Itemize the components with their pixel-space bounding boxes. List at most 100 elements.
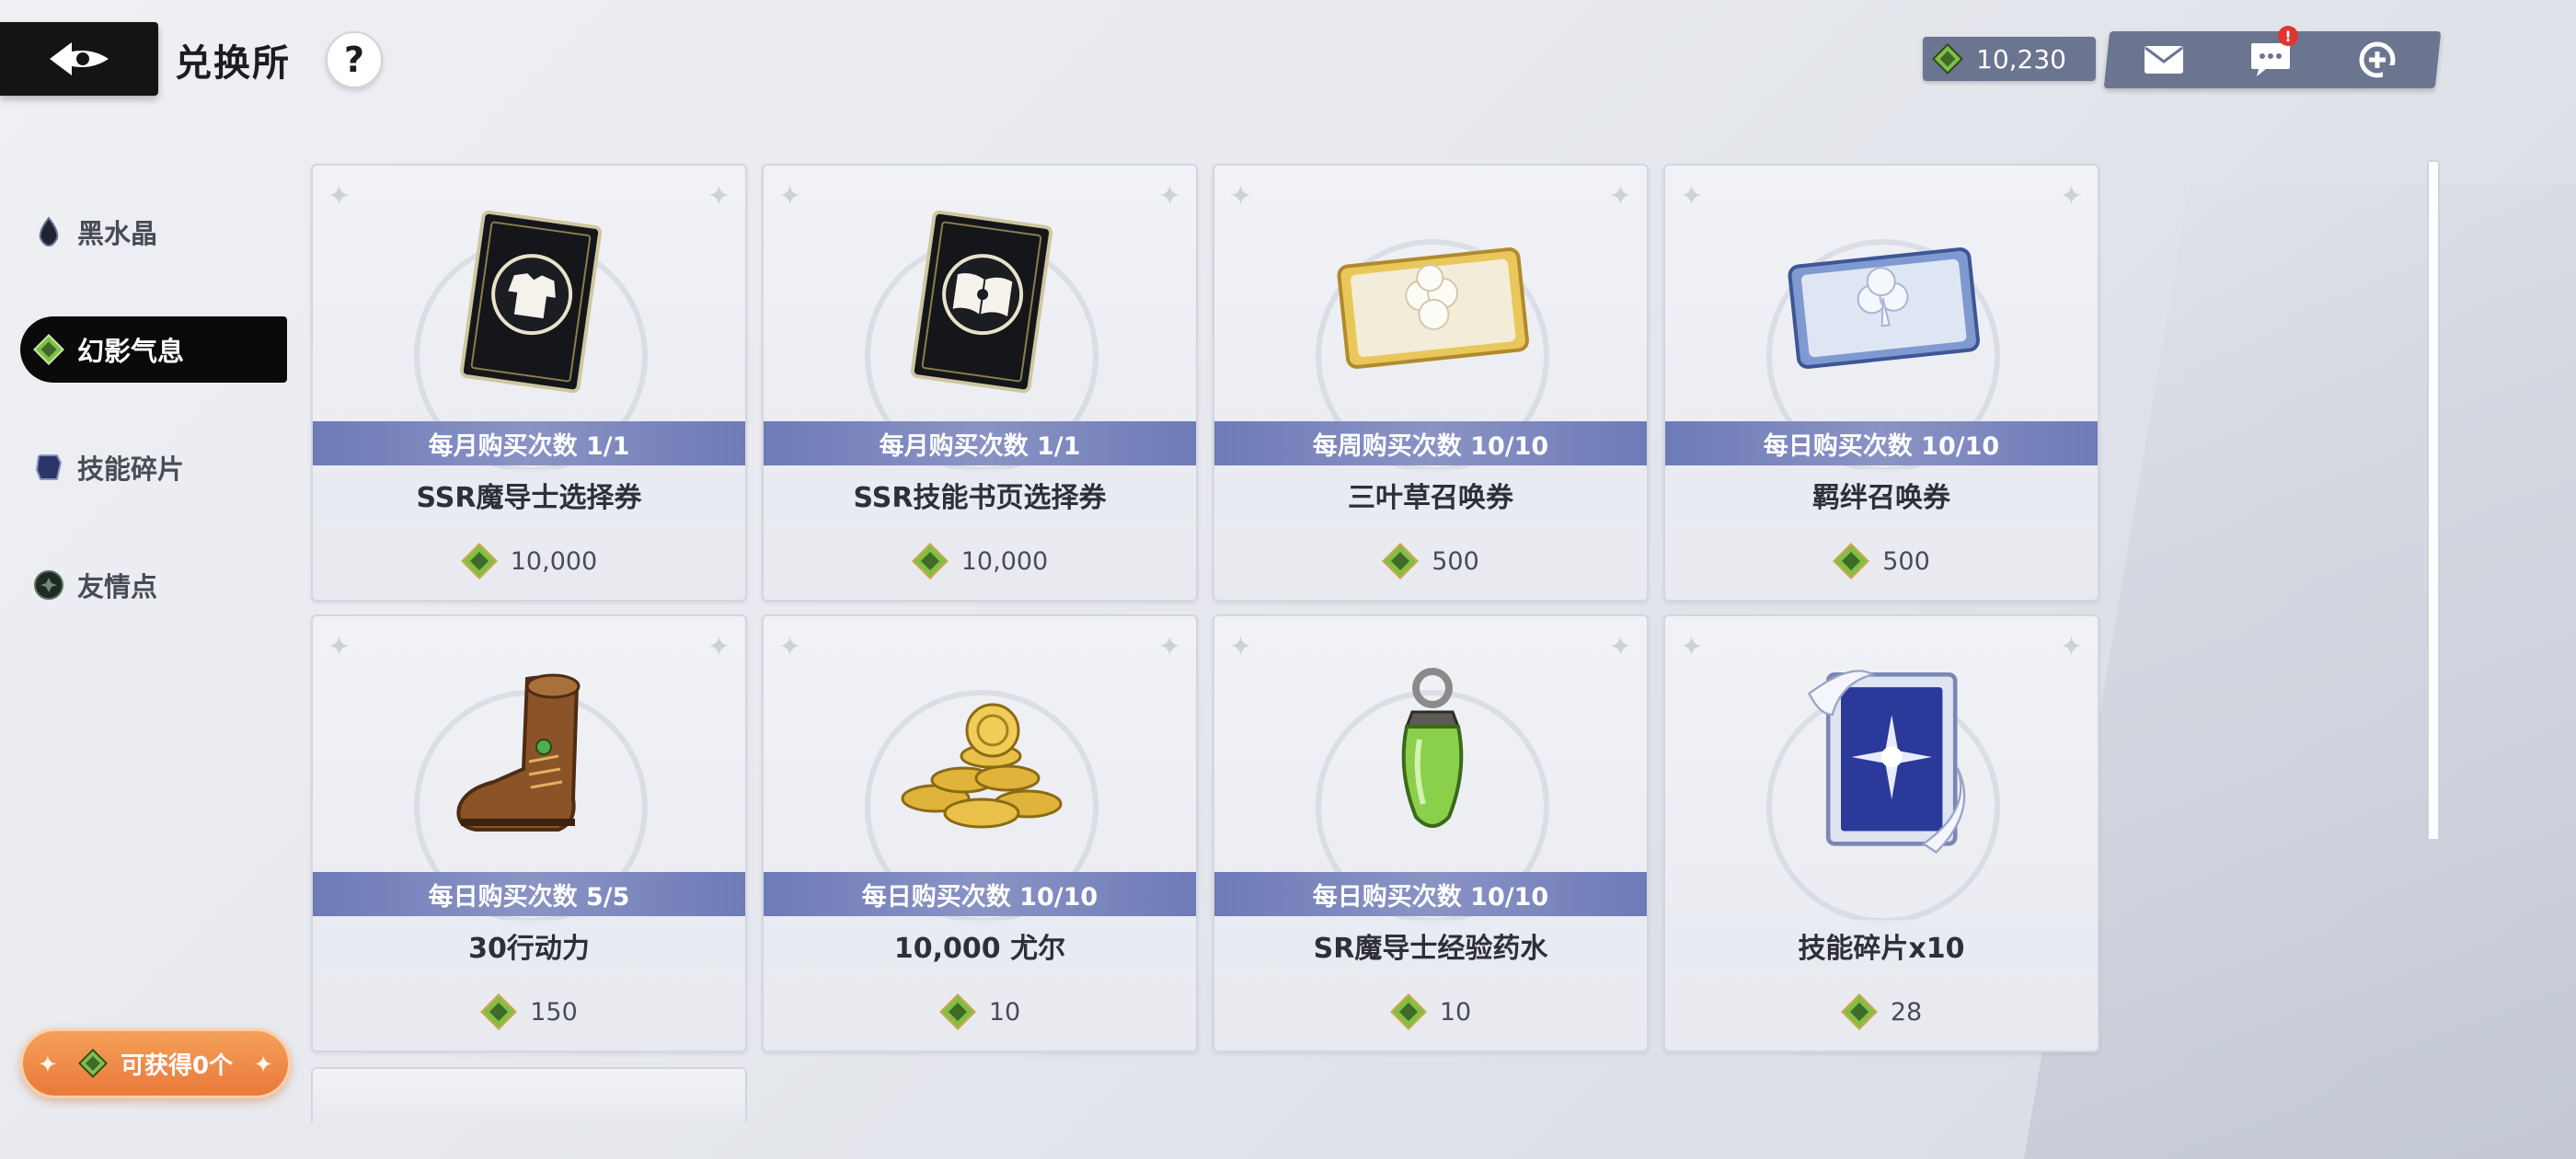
price-value: 10,000 <box>510 546 598 576</box>
phantom-breath-icon <box>1389 993 1427 1030</box>
skill-fragment-icon <box>35 454 63 480</box>
phantom-breath-icon <box>1833 543 1870 580</box>
shop-item-card[interactable]: ✦ ✦ 每日购买次数 10/10 羁绊召唤券 500 <box>1663 164 2099 602</box>
obtainable-button[interactable]: ✦ 可获得0个 ✦ <box>20 1028 291 1098</box>
sidebar-item-black-crystal[interactable]: 黑水晶 <box>20 199 287 265</box>
price-value: 10,000 <box>960 546 1049 576</box>
obtainable-label: 可获得0个 <box>120 1051 234 1080</box>
sidebar-item-label: 幻影气息 <box>77 336 185 367</box>
phantom-breath-icon <box>480 993 518 1030</box>
back-arrow-icon <box>50 42 109 75</box>
sparkle-icon: ✦ <box>253 1051 273 1079</box>
decoration-star-icon: ✦ <box>1229 631 1253 663</box>
black-crystal-icon <box>39 216 59 247</box>
page-title: 兑换所 <box>175 42 291 85</box>
gold-coins-icon <box>901 703 1063 829</box>
purchase-limit-banner: 每日购买次数 10/10 <box>764 872 1196 916</box>
purchase-limit-banner: 每月购买次数 1/1 <box>764 421 1196 465</box>
decoration-star-icon: ✦ <box>1157 180 1181 212</box>
decoration-star-icon: ✦ <box>1608 180 1632 212</box>
sparkle-icon: ✦ <box>38 1051 58 1079</box>
decoration-star-icon: ✦ <box>1608 631 1632 663</box>
phantom-breath-icon <box>460 543 498 580</box>
sidebar-item-label: 黑水晶 <box>77 218 158 249</box>
phantom-breath-icon <box>77 1049 108 1078</box>
price-value: 28 <box>1890 997 1923 1027</box>
currency-amount: 10,230 <box>1976 43 2066 75</box>
item-name: 10,000 尤尔 <box>764 920 1196 971</box>
price-value: 500 <box>1882 546 1930 576</box>
shop-item-card[interactable]: ✦ ✦ 技能碎片x10 28 <box>1663 614 2099 1052</box>
sidebar-item-label: 友情点 <box>77 571 158 602</box>
sidebar-item-skill-fragment[interactable]: 技能碎片 <box>20 434 287 500</box>
decoration-star-icon: ✦ <box>707 631 730 663</box>
decoration-star-icon: ✦ <box>1229 180 1253 212</box>
purchase-limit-banner: 每周购买次数 10/10 <box>1214 421 1647 465</box>
phantom-breath-icon <box>938 993 976 1030</box>
decoration-star-icon: ✦ <box>707 180 730 212</box>
item-name: SR魔导士经验药水 <box>1214 920 1647 971</box>
phantom-breath-icon <box>33 334 64 365</box>
chat-icon <box>2251 43 2290 76</box>
item-price: 500 <box>1665 534 2098 589</box>
phantom-breath-icon <box>1932 43 1963 75</box>
add-friend-button[interactable] <box>2340 31 2414 88</box>
decoration-star-icon: ✦ <box>778 631 802 663</box>
sidebar-item-label: 技能碎片 <box>77 453 185 485</box>
help-button[interactable]: ? <box>326 31 383 88</box>
mail-icon <box>2145 46 2183 74</box>
top-icon-bar: ! <box>2103 26 2442 88</box>
item-name: 30行动力 <box>313 920 745 971</box>
item-name: 技能碎片x10 <box>1665 920 2098 971</box>
item-name: 羁绊召唤券 <box>1665 469 2098 521</box>
decoration-star-icon: ✦ <box>2059 180 2083 212</box>
sidebar-item-phantom-breath[interactable]: 幻影气息 <box>20 316 287 383</box>
ssr-skill-page-ticket-icon <box>910 210 1053 394</box>
sidebar-item-friendship-point[interactable]: 友情点 <box>20 552 287 618</box>
item-price: 10 <box>764 984 1196 1039</box>
item-price: 10,000 <box>764 534 1196 589</box>
item-name: 三叶草召唤券 <box>1214 469 1647 521</box>
item-name: SSR魔导士选择券 <box>313 469 745 521</box>
item-name: SSR技能书页选择券 <box>764 469 1196 521</box>
friendship-point-icon <box>34 570 63 600</box>
purchase-limit-banner: 每日购买次数 5/5 <box>313 872 745 916</box>
purchase-limit-banner: 每月购买次数 1/1 <box>313 421 745 465</box>
shop-item-card[interactable]: ✦ ✦ 每日购买次数 10/10 10,000 尤尔 10 <box>762 614 1198 1052</box>
notification-badge: ! <box>2278 26 2298 46</box>
decoration-star-icon: ✦ <box>1157 631 1181 663</box>
shop-item-card[interactable]: ✦ ✦ 每日购买次数 10/10 SR魔导士经验药水 10 <box>1213 614 1649 1052</box>
scrollbar[interactable] <box>2427 160 2440 841</box>
ssr-mage-ticket-icon <box>459 210 603 394</box>
phantom-breath-icon <box>1840 993 1878 1030</box>
skill-fragment-card-icon <box>1808 670 1966 854</box>
shop-item-card-partial[interactable] <box>311 1067 747 1122</box>
decoration-star-icon: ✦ <box>1680 180 1704 212</box>
purchase-limit-banner: 每日购买次数 10/10 <box>1214 872 1647 916</box>
mail-button[interactable] <box>2127 31 2201 88</box>
shop-item-card[interactable]: ✦ ✦ 每月购买次数 1/1 SSR魔导士选择券 10,000 <box>311 164 747 602</box>
purchase-limit-banner: 每日购买次数 10/10 <box>1665 421 2098 465</box>
decoration-star-icon: ✦ <box>2059 631 2083 663</box>
phantom-breath-icon <box>911 543 949 580</box>
decoration-star-icon: ✦ <box>328 180 351 212</box>
clover-summon-ticket-icon <box>1337 247 1529 369</box>
price-value: 10 <box>1439 997 1472 1027</box>
decoration-star-icon: ✦ <box>778 180 802 212</box>
chat-button[interactable]: ! <box>2234 26 2307 88</box>
shop-item-card[interactable]: ✦ ✦ 每月购买次数 1/1 SSR技能书页选择券 10,000 <box>762 164 1198 602</box>
background-decoration <box>2024 184 2576 1159</box>
phantom-breath-icon <box>1382 543 1420 580</box>
shop-item-card[interactable]: ✦ ✦ 每日购买次数 5/5 30行动力 150 <box>311 614 747 1052</box>
item-price: 500 <box>1214 534 1647 589</box>
add-icon <box>2359 41 2396 78</box>
exp-potion-icon <box>1401 668 1464 828</box>
item-price: 28 <box>1665 984 2098 1039</box>
back-button[interactable] <box>0 22 158 96</box>
decoration-star-icon: ✦ <box>1680 631 1704 663</box>
decoration-star-icon: ✦ <box>328 631 351 663</box>
shop-item-card[interactable]: ✦ ✦ 每周购买次数 10/10 三叶草召唤券 500 <box>1213 164 1649 602</box>
bond-summon-ticket-icon <box>1788 247 1980 369</box>
item-price: 10 <box>1214 984 1647 1039</box>
price-value: 500 <box>1432 546 1479 576</box>
